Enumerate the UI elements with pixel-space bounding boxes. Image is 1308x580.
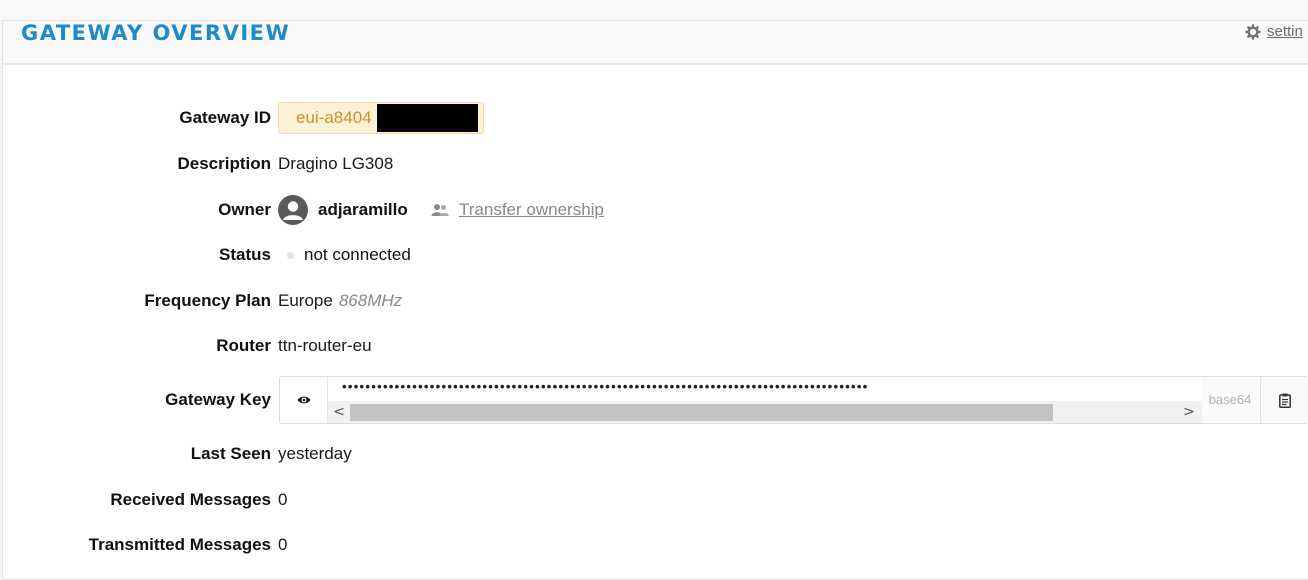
copy-key-button[interactable] <box>1260 377 1308 423</box>
owner-label: Owner <box>218 200 271 219</box>
frequency-plan-region: Europe <box>278 291 333 310</box>
status-indicator-dot <box>287 252 294 259</box>
row-router: Router ttn-router-eu <box>3 331 1308 361</box>
page-title: GATEWAY OVERVIEW <box>21 21 291 45</box>
row-status: Status not connected <box>3 240 1308 270</box>
gateway-key-masked: ••••••••••••••••••••••••••••••••••••••••… <box>342 379 869 394</box>
top-bar <box>0 0 1308 20</box>
row-received-messages: Received Messages 0 <box>3 485 1308 515</box>
transfer-ownership-label[interactable]: Transfer ownership <box>459 195 604 225</box>
scroll-left-arrow[interactable]: < <box>330 401 348 423</box>
clipboard-icon <box>1278 393 1291 408</box>
row-description: Description Dragino LG308 <box>3 149 1308 179</box>
last-seen-value: yesterday <box>278 444 352 463</box>
frequency-plan-band: 868MHz <box>338 291 403 310</box>
gateway-overview-card: GATEWAY OVERVIEW settin Gateway ID eui-a… <box>2 20 1308 580</box>
gateway-key-input[interactable]: ••••••••••••••••••••••••••••••••••••••••… <box>328 377 1202 423</box>
transfer-ownership-link[interactable]: Transfer ownership <box>431 195 604 225</box>
received-messages-label: Received Messages <box>110 490 271 509</box>
gateway-id-badge[interactable]: eui-a8404 <box>278 102 484 134</box>
gateway-key-label: Gateway Key <box>165 390 271 409</box>
description-label: Description <box>177 154 271 173</box>
frequency-plan-value: Europe 868MHz <box>278 286 402 316</box>
last-seen-label: Last Seen <box>190 444 271 463</box>
status-label: Status <box>219 245 271 264</box>
row-transmitted-messages: Transmitted Messages 0 <box>3 530 1308 560</box>
description-value: Dragino LG308 <box>278 154 394 173</box>
key-horizontal-scrollbar[interactable]: < > <box>328 401 1202 423</box>
transmitted-messages-label: Transmitted Messages <box>88 535 271 554</box>
card-header: GATEWAY OVERVIEW settin <box>3 21 1308 65</box>
frequency-plan-label: Frequency Plan <box>144 291 271 310</box>
scroll-right-arrow[interactable]: > <box>1180 401 1198 423</box>
gateway-key-field: ••••••••••••••••••••••••••••••••••••••••… <box>279 376 1308 424</box>
settings-link[interactable]: settin <box>1245 23 1303 40</box>
settings-label[interactable]: settin <box>1267 23 1303 40</box>
row-last-seen: Last Seen yesterday <box>3 439 1308 469</box>
scrollbar-thumb[interactable] <box>350 404 1053 421</box>
user-avatar-icon <box>278 195 308 225</box>
router-label: Router <box>216 336 271 355</box>
status-value: not connected <box>304 245 411 264</box>
row-frequency-plan: Frequency Plan Europe 868MHz <box>3 286 1308 316</box>
gateway-id-label: Gateway ID <box>179 108 271 127</box>
router-value: ttn-router-eu <box>278 336 372 355</box>
received-messages-value: 0 <box>278 490 288 509</box>
row-owner: Owner adjaramillo Transfer ownership <box>3 195 1308 225</box>
transmitted-messages-value: 0 <box>278 535 288 554</box>
gateway-id-value: eui-a8404 <box>296 108 372 127</box>
redaction-block <box>377 104 478 132</box>
owner-username: adjaramillo <box>318 200 408 219</box>
users-icon <box>431 204 449 216</box>
gear-icon <box>1245 23 1261 40</box>
row-gateway-id: Gateway ID eui-a8404 <box>3 102 1308 134</box>
eye-icon <box>297 396 310 404</box>
reveal-key-button[interactable] <box>280 377 328 423</box>
key-encoding-label: base64 <box>1202 377 1258 423</box>
